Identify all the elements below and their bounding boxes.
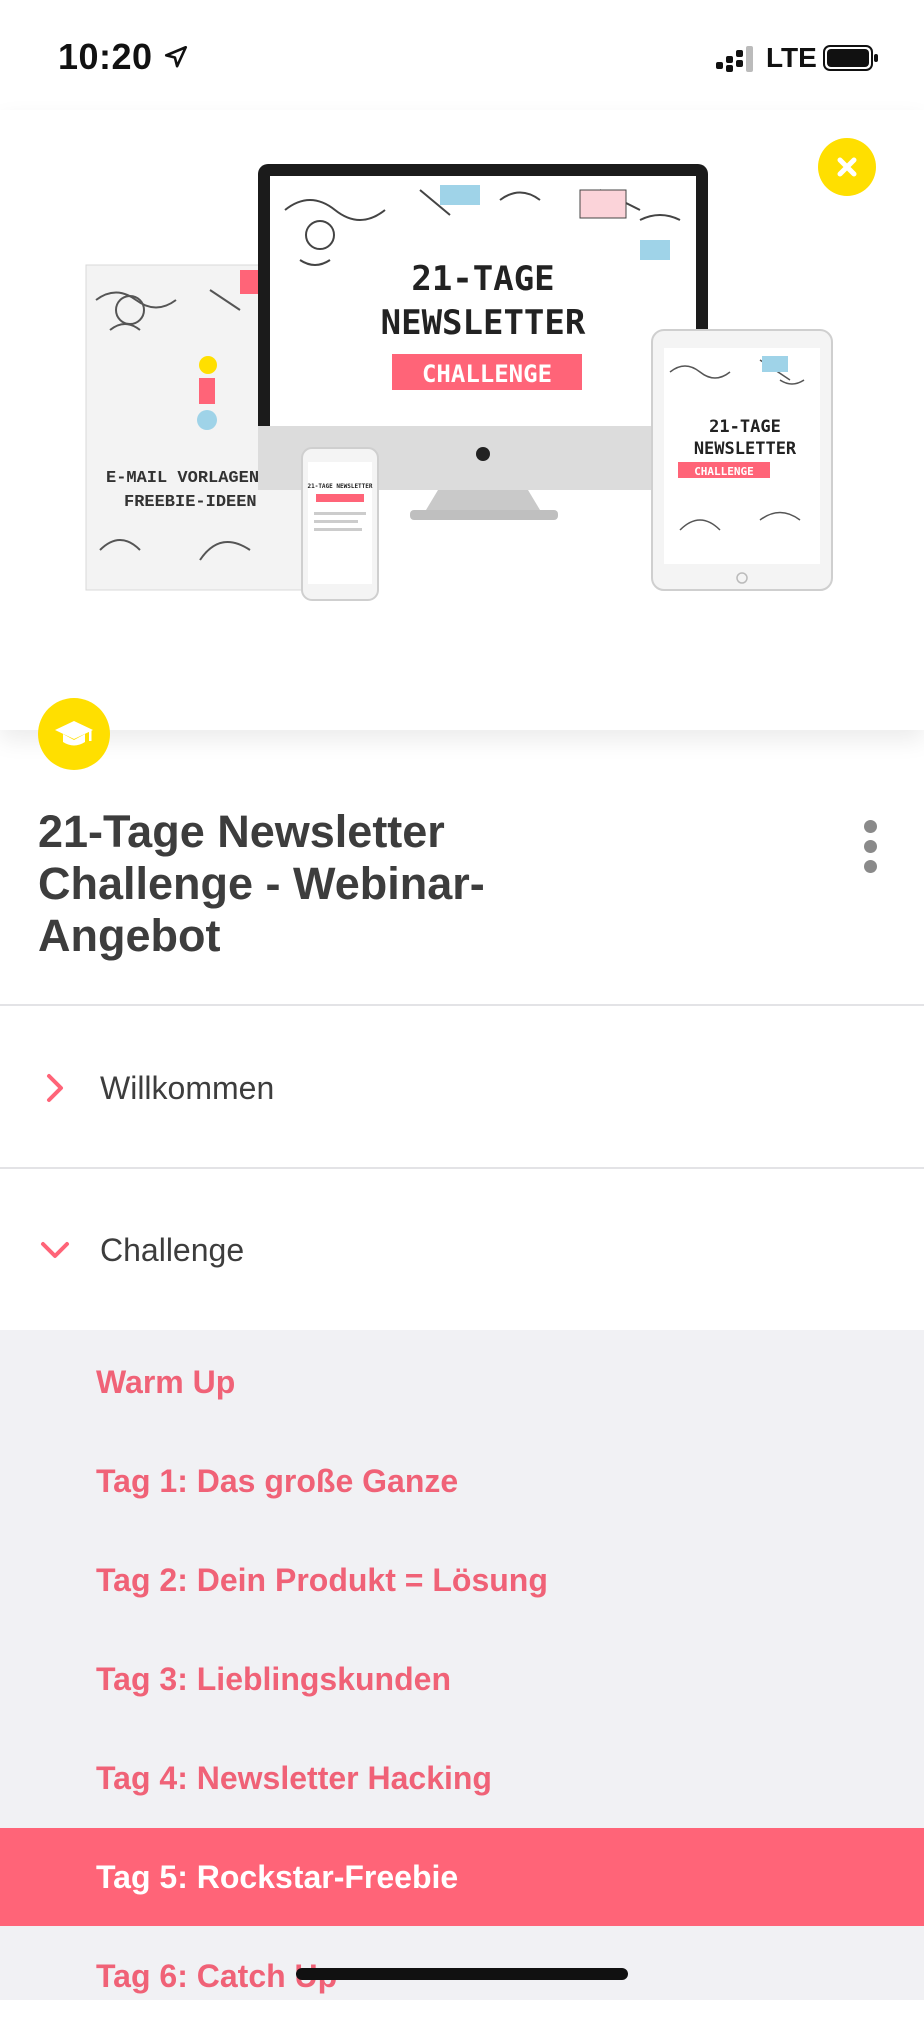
ebook-line-2: FREEBIE-IDEEN — [124, 493, 257, 512]
lesson-item[interactable]: Tag 2: Dein Produkt = Lösung — [0, 1531, 924, 1629]
home-indicator[interactable] — [296, 1968, 628, 1980]
course-cover-image: E-MAIL VORLAGEN FREEBIE-IDEEN 21-TAGE NE… — [0, 110, 924, 730]
lesson-list: Warm Up Tag 1: Das große Ganze Tag 2: De… — [0, 1330, 924, 2000]
divider — [0, 1004, 924, 1006]
ebook-line-1: E-MAIL VORLAGEN — [106, 469, 259, 488]
monitor-title-1: 21-TAGE — [411, 259, 554, 299]
lesson-label: Tag 5: Rockstar-Freebie — [96, 1858, 459, 1895]
lesson-label: Tag 4: Newsletter Hacking — [96, 1759, 492, 1796]
more-vertical-icon — [864, 820, 877, 833]
lesson-label: Warm Up — [96, 1363, 236, 1400]
tablet-title-2: NEWSLETTER — [694, 439, 797, 459]
tablet-badge: CHALLENGE — [694, 465, 754, 478]
lesson-item-active[interactable]: Tag 5: Rockstar-Freebie — [0, 1828, 924, 1926]
section-label: Challenge — [100, 1231, 245, 1268]
more-options-button[interactable] — [858, 820, 882, 874]
status-time: 10:20 — [58, 36, 153, 77]
course-badge — [38, 698, 110, 770]
signal-icon — [716, 46, 753, 72]
close-icon — [837, 157, 857, 177]
monitor-badge: CHALLENGE — [422, 360, 552, 388]
graduation-cap-icon — [55, 721, 93, 746]
lesson-label: Tag 1: Das große Ganze — [96, 1462, 459, 1499]
status-bar: 10:20 LTE — [0, 0, 924, 110]
lesson-item[interactable]: Tag 3: Lieblingskunden — [0, 1630, 924, 1728]
section-challenge[interactable]: Challenge — [0, 1170, 924, 1330]
course-title: 21-Tage Newsletter Challenge - Webinar-A… — [38, 806, 485, 961]
network-type: LTE — [766, 42, 817, 73]
phone-mockup: 21-TAGE NEWSLETTER — [301, 447, 379, 601]
divider — [0, 1167, 924, 1169]
lesson-item[interactable]: Tag 4: Newsletter Hacking — [0, 1729, 924, 1827]
section-label: Willkommen — [100, 1069, 275, 1106]
lesson-label: Tag 2: Dein Produkt = Lösung — [96, 1561, 548, 1598]
monitor-title-2: NEWSLETTER — [381, 303, 586, 343]
phone-title: 21-TAGE NEWSLETTER — [307, 483, 372, 490]
tablet-title-1: 21-TAGE — [709, 417, 781, 437]
lesson-item[interactable]: Warm Up — [0, 1333, 924, 1431]
lesson-item[interactable]: Tag 1: Das große Ganze — [0, 1432, 924, 1530]
battery-icon — [823, 45, 878, 71]
location-arrow-icon — [164, 45, 188, 68]
section-willkommen[interactable]: Willkommen — [0, 1008, 924, 1168]
tablet-mockup: 21-TAGE NEWSLETTER CHALLENGE — [651, 329, 833, 591]
course-cover-illustration: E-MAIL VORLAGEN FREEBIE-IDEEN 21-TAGE NE… — [85, 164, 833, 601]
close-button[interactable] — [818, 138, 876, 196]
chevron-down-icon — [41, 1242, 69, 1258]
lesson-label: Tag 3: Lieblingskunden — [96, 1660, 451, 1697]
chevron-right-icon — [47, 1074, 63, 1102]
